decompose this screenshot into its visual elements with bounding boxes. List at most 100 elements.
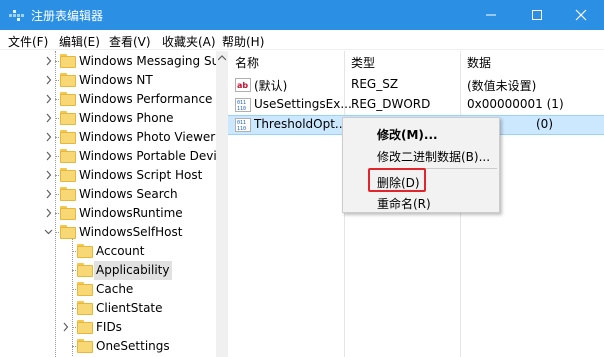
- tree-item-label: Account: [96, 244, 145, 258]
- tree-item-label: Windows Script Host: [79, 168, 203, 182]
- value-type: REG_DWORD: [351, 97, 431, 111]
- value-data: 0x00000001 (1): [467, 97, 564, 111]
- tree-item[interactable]: Account: [0, 242, 216, 261]
- tree-item[interactable]: Cache: [0, 280, 216, 299]
- chevron-right-icon[interactable]: [44, 189, 53, 199]
- column-header-type[interactable]: 类型: [351, 53, 375, 73]
- tree-item-label: Windows Portable Devi: [79, 149, 217, 163]
- folder-icon: [60, 111, 76, 125]
- tree-item[interactable]: Applicability: [0, 261, 216, 280]
- folder-icon: [60, 130, 76, 144]
- tree-item-label: Windows NT: [79, 73, 153, 87]
- menu-edit[interactable]: 编辑(E): [59, 33, 100, 50]
- context-item-rename[interactable]: 重命名(R): [344, 192, 498, 214]
- close-button[interactable]: [558, 0, 604, 30]
- close-icon: [575, 9, 587, 21]
- context-item-modify[interactable]: 修改(M)...: [344, 123, 498, 145]
- folder-icon: [60, 73, 76, 87]
- chevron-right-icon[interactable]: [61, 322, 70, 332]
- chevron-right-icon[interactable]: [44, 94, 53, 104]
- tree-item[interactable]: Windows Search: [0, 185, 216, 204]
- chevron-right-icon[interactable]: [44, 170, 53, 180]
- tree-item-label: Applicability: [94, 261, 172, 280]
- folder-icon: [77, 282, 93, 296]
- folder-icon: [77, 263, 93, 277]
- folder-icon: [77, 339, 93, 353]
- column-header-name[interactable]: 名称: [235, 53, 259, 73]
- svg-text:ab: ab: [237, 81, 248, 90]
- tree-item[interactable]: Windows Phone: [0, 109, 216, 128]
- value-type: REG_SZ: [351, 77, 399, 91]
- folder-icon: [60, 168, 76, 182]
- tree-item[interactable]: OneSettings: [0, 337, 216, 356]
- string-value-icon: ab: [235, 78, 251, 92]
- value-name: ThresholdOpt...: [254, 117, 347, 131]
- list-row[interactable]: ab (默认) REG_SZ (数值未设置): [228, 75, 604, 95]
- scroll-up-icon[interactable]: [218, 55, 226, 61]
- tree-item[interactable]: WindowsSelfHost: [0, 223, 216, 242]
- tree-item[interactable]: Windows NT: [0, 71, 216, 90]
- menu-favorites[interactable]: 收藏夹(A): [162, 33, 216, 50]
- svg-text:110: 110: [237, 126, 246, 132]
- folder-icon: [60, 225, 76, 239]
- value-name: UseSettingsEx...: [254, 97, 352, 111]
- chevron-right-icon[interactable]: [44, 56, 53, 66]
- tree-item[interactable]: Windows Messaging Su: [0, 52, 219, 71]
- delete-highlight-box: [368, 168, 426, 192]
- tree-item[interactable]: WindowsRuntime: [0, 204, 216, 223]
- context-item-label: 修改(M)...: [377, 128, 438, 142]
- folder-icon: [60, 92, 76, 106]
- folder-icon: [77, 301, 93, 315]
- chevron-right-icon[interactable]: [44, 208, 53, 218]
- window-title: 注册表编辑器: [31, 9, 104, 23]
- title-bar: 注册表编辑器: [0, 0, 604, 30]
- folder-icon: [77, 320, 93, 334]
- maximize-button[interactable]: [514, 0, 560, 30]
- tree-item-label: Cache: [96, 282, 134, 296]
- value-data: (数值未设置): [467, 79, 537, 93]
- menu-help[interactable]: 帮助(H): [222, 33, 264, 50]
- menu-bar: 文件(F) 编辑(E) 查看(V) 收藏夹(A) 帮助(H): [0, 30, 604, 50]
- chevron-right-icon[interactable]: [44, 151, 53, 161]
- chevron-right-icon[interactable]: [44, 75, 53, 85]
- minimize-icon: [486, 14, 496, 16]
- folder-icon: [60, 187, 76, 201]
- column-header-data[interactable]: 数据: [467, 53, 491, 73]
- maximize-icon: [532, 10, 542, 20]
- context-item-modify-binary[interactable]: 修改二进制数据(B)...: [344, 145, 498, 167]
- context-item-label: 修改二进制数据(B)...: [377, 150, 491, 164]
- folder-icon: [77, 244, 93, 258]
- context-item-label: 重命名(R): [377, 197, 431, 211]
- tree-item[interactable]: Windows Portable Devi: [0, 147, 217, 166]
- tree-scrollbar[interactable]: [216, 51, 228, 357]
- tree-item-label: Windows Photo Viewer: [79, 130, 216, 144]
- tree-item-label: Windows Performance: [79, 92, 213, 106]
- tree-item[interactable]: ClientState: [0, 299, 216, 318]
- folder-icon: [60, 149, 76, 163]
- value-name: (默认): [254, 79, 288, 93]
- tree-item[interactable]: Windows Photo Viewer: [0, 128, 216, 147]
- minimize-button[interactable]: [468, 0, 514, 30]
- menu-file[interactable]: 文件(F): [8, 33, 48, 50]
- chevron-right-icon[interactable]: [44, 132, 53, 142]
- tree-item[interactable]: Windows Script Host: [0, 166, 216, 185]
- folder-icon: [60, 54, 76, 68]
- svg-text:110: 110: [237, 106, 246, 112]
- folder-icon: [60, 206, 76, 220]
- chevron-right-icon[interactable]: [44, 113, 53, 123]
- tree-item-label: FIDs: [96, 320, 122, 334]
- context-menu: 修改(M)... 修改二进制数据(B)... 删除(D) 重命名(R): [342, 117, 500, 213]
- tree-item[interactable]: Windows Performance: [0, 90, 216, 109]
- chevron-down-icon[interactable]: [44, 227, 53, 237]
- tree-item-label: Windows Messaging Su: [79, 54, 220, 68]
- tree-item-label: ClientState: [96, 301, 163, 315]
- tree-pane[interactable]: Windows Messaging Su Windows NT Windows Pe…: [0, 51, 227, 357]
- binary-value-icon: 011 110: [235, 98, 251, 112]
- tree-item-label: WindowsSelfHost: [79, 225, 183, 239]
- tree-item[interactable]: FIDs: [0, 318, 216, 337]
- list-row[interactable]: 011 110 UseSettingsEx... REG_DWORD 0x000…: [228, 95, 604, 115]
- registry-editor-icon: [9, 10, 24, 21]
- binary-value-icon: 011 110: [235, 118, 251, 132]
- menu-view[interactable]: 查看(V): [109, 33, 151, 50]
- tree-item-label: OneSettings: [96, 339, 170, 353]
